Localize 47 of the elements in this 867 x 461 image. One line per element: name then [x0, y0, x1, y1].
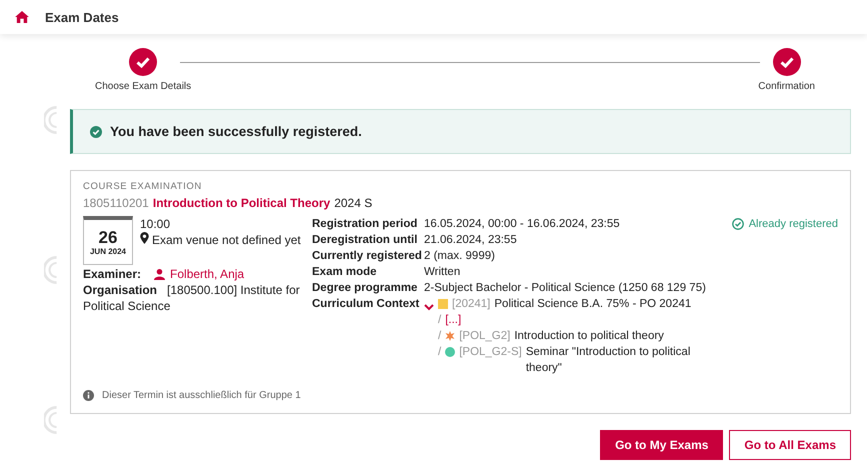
page-title: Exam Dates: [45, 10, 119, 24]
detail-label: Curriculum Context: [312, 297, 420, 312]
curriculum-code: [20241]: [452, 297, 490, 312]
location-pin-icon: [140, 232, 149, 244]
examiner-label: Examiner:: [83, 267, 142, 281]
alert-message: You have been successfully registered.: [110, 124, 362, 139]
curriculum-title: Political Science B.A. 75% - PO 20241: [494, 297, 692, 312]
registration-status: Already registered: [748, 218, 838, 230]
organisation-text: Organisation [180500.100] Institute for Political Science: [83, 282, 301, 314]
note-text: Dieser Termin ist ausschließlich für Gruppe 1: [102, 390, 301, 401]
curriculum-title: Introduction to political theory: [514, 329, 665, 344]
detail-value: 16.05.2024, 00:00 - 16.06.2024, 23:55: [424, 217, 621, 232]
detail-value: 21.06.2024, 23:55: [424, 233, 518, 248]
step-label: Confirmation: [758, 81, 815, 92]
course-number: 1805110201: [83, 196, 149, 210]
date-day: 26: [98, 228, 118, 246]
person-icon: [154, 268, 166, 280]
detail-value: 2-Subject Bachelor - Political Science (1250 68 129 75): [424, 281, 707, 296]
home-icon[interactable]: [15, 11, 29, 23]
exam-time: 10:00: [140, 217, 170, 231]
course-term: 2024 S: [334, 196, 372, 210]
detail-label: Degree programme: [312, 281, 418, 296]
path-separator: /: [438, 345, 442, 360]
check-circle-icon: [90, 126, 102, 138]
chevron-down-icon[interactable]: [424, 302, 434, 312]
examiner-link[interactable]: Folberth, Anja: [170, 267, 244, 281]
secondary-button[interactable]: Go to All Exams: [729, 430, 851, 460]
detail-label: Exam mode: [312, 265, 378, 280]
curriculum-code: [POL_G2]: [459, 329, 510, 344]
detail-value: 2 (max. 9999): [424, 249, 496, 264]
course-title-link[interactable]: Introduction to Political Theory: [152, 196, 330, 210]
primary-button[interactable]: Go to My Exams: [600, 430, 724, 460]
path-separator: /: [438, 313, 442, 328]
date-month-year: JUN 2024: [90, 246, 126, 256]
path-separator: /: [438, 329, 442, 344]
exam-type: COURSE EXAMINATION: [83, 181, 203, 192]
info-icon: [83, 390, 94, 401]
check-circle-icon: [732, 218, 744, 230]
step-label: Choose Exam Details: [95, 81, 192, 92]
detail-label: Registration period: [312, 217, 418, 232]
detail-label: Currently registered: [312, 249, 423, 264]
detail-label: Deregistration until: [312, 233, 418, 248]
curriculum-code: [POL_G2-S]: [459, 345, 522, 360]
expand-path-link[interactable]: [...]: [445, 312, 462, 328]
detail-value: Written: [424, 265, 462, 280]
exam-venue: Exam venue not defined yet: [152, 232, 301, 248]
curriculum-title: Seminar "Introduction to political theory": [526, 345, 692, 376]
